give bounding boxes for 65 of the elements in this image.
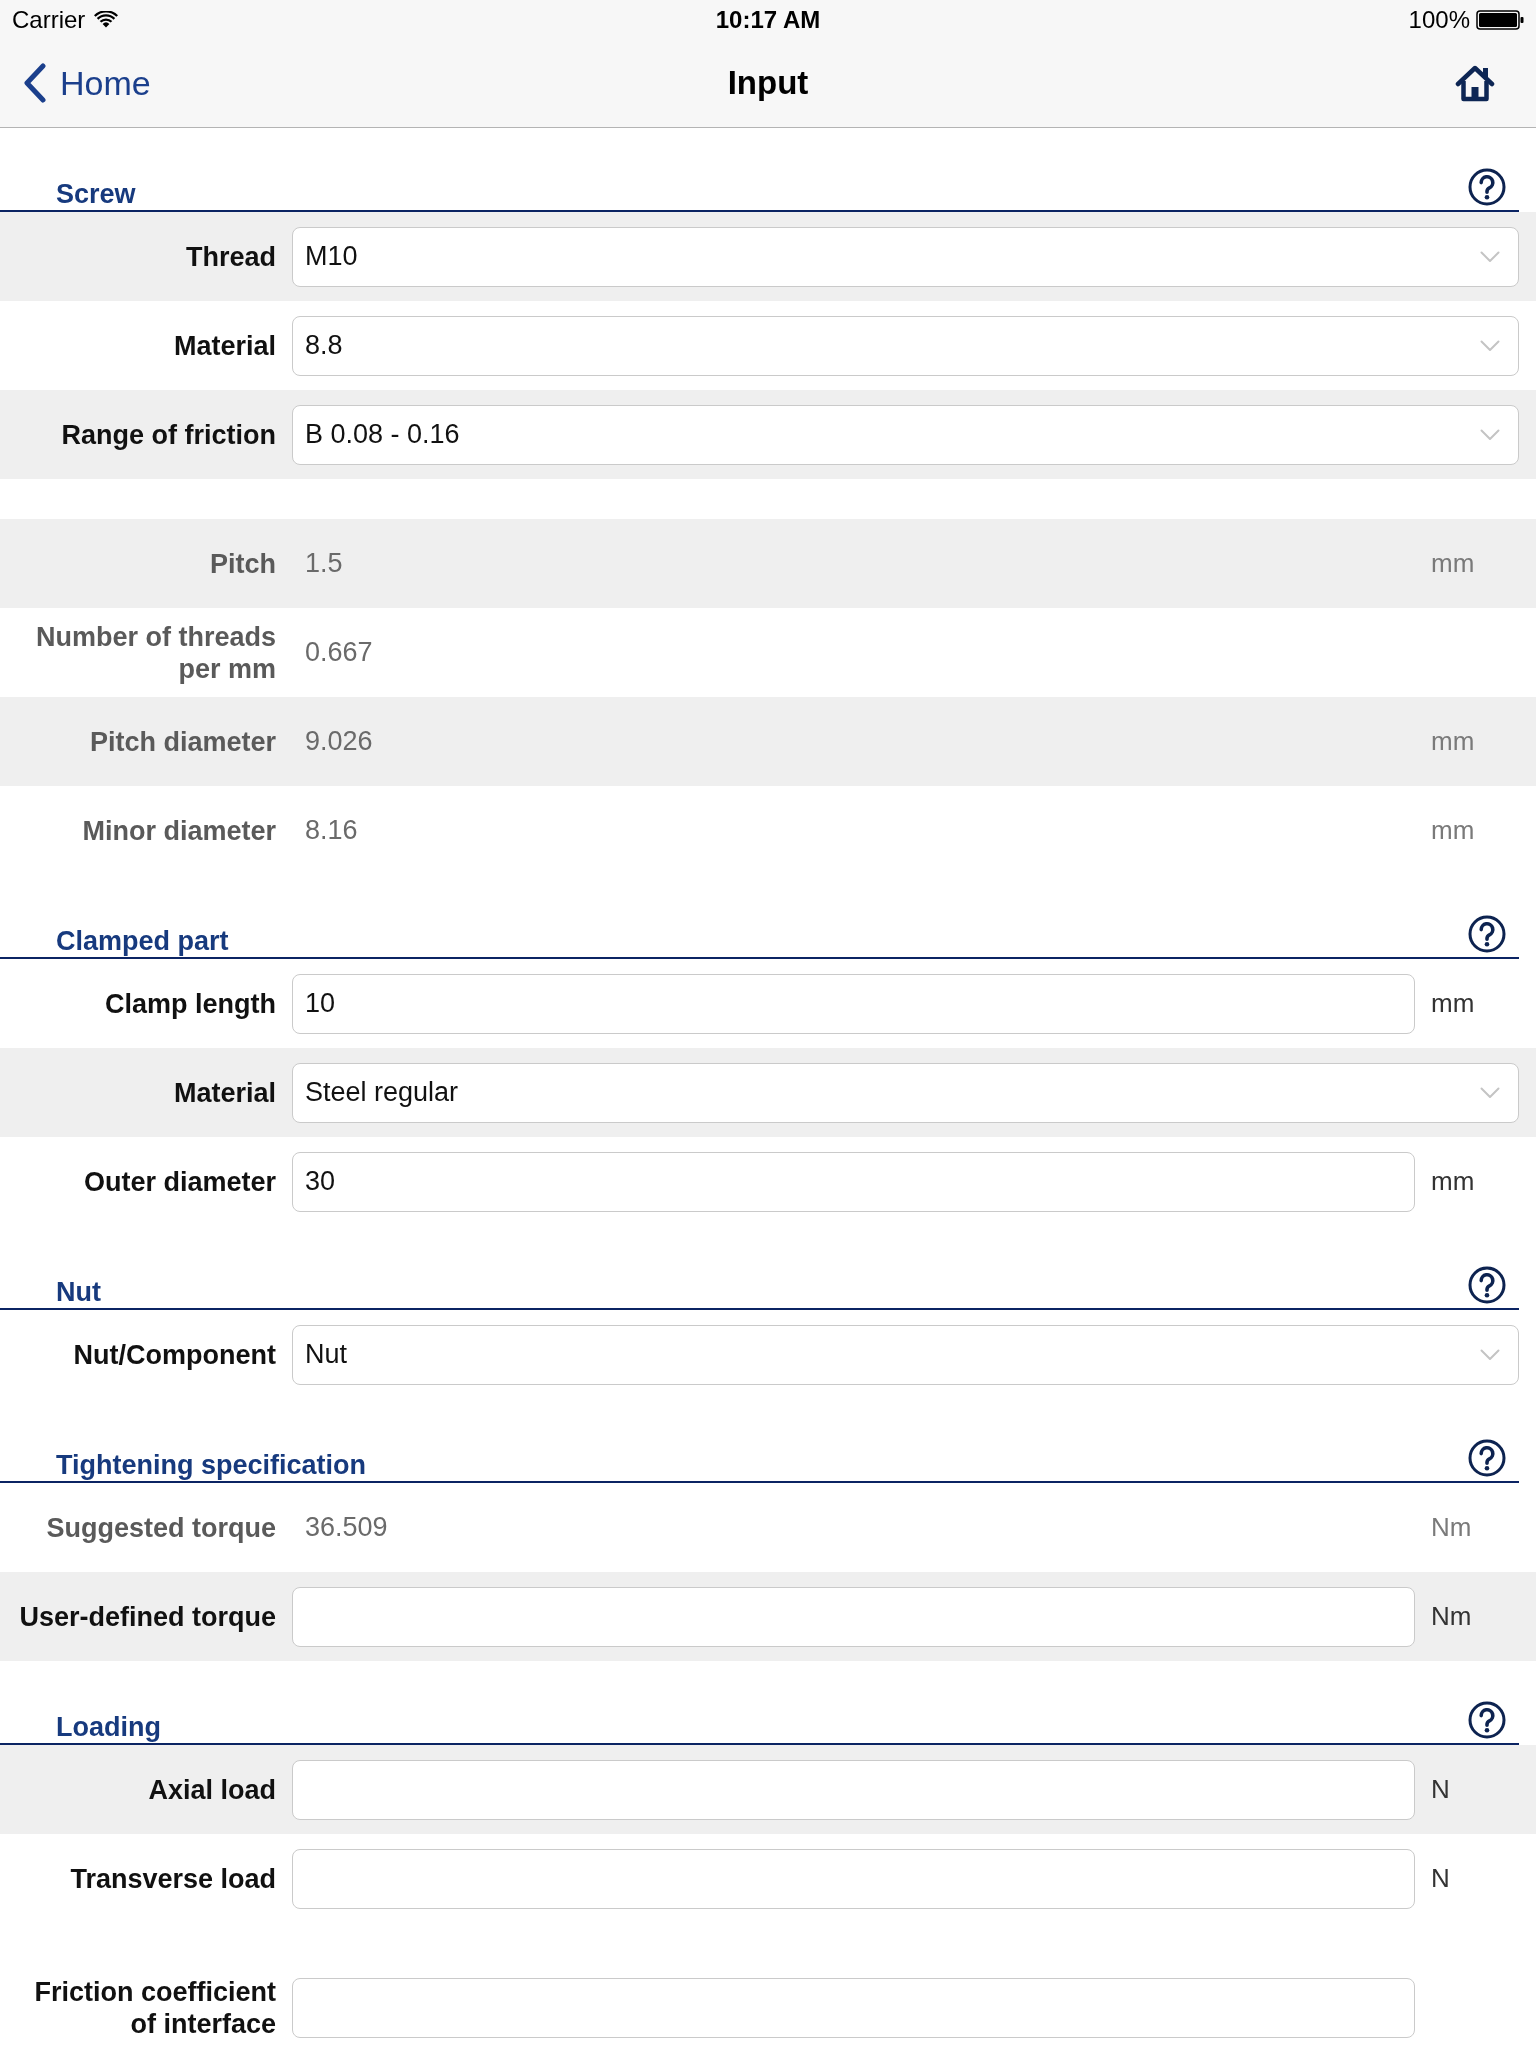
dropdown[interactable]: B 0.08 - 0.16 <box>292 404 1519 465</box>
clock: 10:17 AM <box>715 5 821 34</box>
chevron-down-icon <box>1480 250 1500 263</box>
field-label: Material <box>173 1076 276 1109</box>
dropdown[interactable]: M10 <box>292 226 1519 287</box>
computed-value: 8.16 <box>305 815 358 846</box>
battery-icon <box>1476 9 1524 30</box>
unit-label: mm <box>1431 726 1475 757</box>
section-title: Nut <box>56 1277 101 1308</box>
unit-label: mm <box>1431 988 1475 1019</box>
chevron-down-icon <box>1480 1348 1500 1361</box>
section-title: Loading <box>56 1712 161 1743</box>
field-label: Number of threads per mm <box>34 620 276 685</box>
help-icon[interactable] <box>1468 168 1506 206</box>
field-label: Pitch diameter <box>89 725 276 758</box>
input-field[interactable] <box>292 1977 1415 2038</box>
input-field[interactable] <box>292 1848 1415 1909</box>
help-icon[interactable] <box>1468 915 1506 953</box>
input-field[interactable] <box>292 1759 1415 1820</box>
field-label: Outer diameter <box>83 1165 276 1198</box>
field-label: User-defined torque <box>19 1600 276 1633</box>
input-field[interactable]: 30 <box>292 1151 1415 1212</box>
unit-label: mm <box>1431 815 1475 846</box>
field-label: Material <box>173 329 276 362</box>
chevron-left-icon <box>23 63 47 103</box>
help-icon[interactable] <box>1468 1266 1506 1304</box>
unit-label: mm <box>1431 1166 1475 1197</box>
field-label: Nut/Component <box>73 1338 276 1371</box>
dropdown[interactable]: Steel regular <box>292 1062 1519 1123</box>
field-label: Clamp length <box>105 987 276 1020</box>
wifi-icon <box>94 11 119 28</box>
dropdown[interactable]: 8.8 <box>292 315 1519 376</box>
battery-percent: 100% <box>1408 5 1470 34</box>
dropdown[interactable]: Nut <box>292 1324 1519 1385</box>
field-label: Pitch <box>210 547 276 580</box>
field-label: Friction coefficient of interface <box>33 1975 276 2040</box>
section-title: Screw <box>56 179 136 210</box>
section-title: Tightening specification <box>56 1450 367 1481</box>
input-field[interactable]: 10 <box>292 973 1415 1034</box>
chevron-down-icon <box>1480 1086 1500 1099</box>
computed-value: 9.026 <box>305 726 373 757</box>
section-title: Clamped part <box>56 926 229 957</box>
computed-value: 36.509 <box>305 1512 388 1543</box>
input-field[interactable] <box>292 1586 1415 1647</box>
unit-label: N <box>1431 1863 1450 1894</box>
page-title: Input <box>727 64 809 102</box>
computed-value: 0.667 <box>305 637 373 668</box>
unit-label: Nm <box>1431 1601 1472 1632</box>
computed-value: 1.5 <box>305 548 343 579</box>
field-label: Transverse load <box>70 1862 276 1895</box>
back-button[interactable]: Home <box>23 63 151 103</box>
chevron-down-icon <box>1480 428 1500 441</box>
unit-label: Nm <box>1431 1512 1472 1543</box>
home-icon[interactable] <box>1455 64 1495 102</box>
field-label: Range of friction <box>61 418 276 451</box>
field-label: Thread <box>185 240 276 273</box>
field-label: Axial load <box>148 1773 276 1806</box>
field-label: Minor diameter <box>82 814 276 847</box>
field-label: Suggested torque <box>46 1511 276 1544</box>
carrier-label: Carrier <box>12 5 86 34</box>
help-icon[interactable] <box>1468 1701 1506 1739</box>
unit-label: N <box>1431 1774 1450 1805</box>
unit-label: mm <box>1431 548 1475 579</box>
chevron-down-icon <box>1480 339 1500 352</box>
help-icon[interactable] <box>1468 1439 1506 1477</box>
